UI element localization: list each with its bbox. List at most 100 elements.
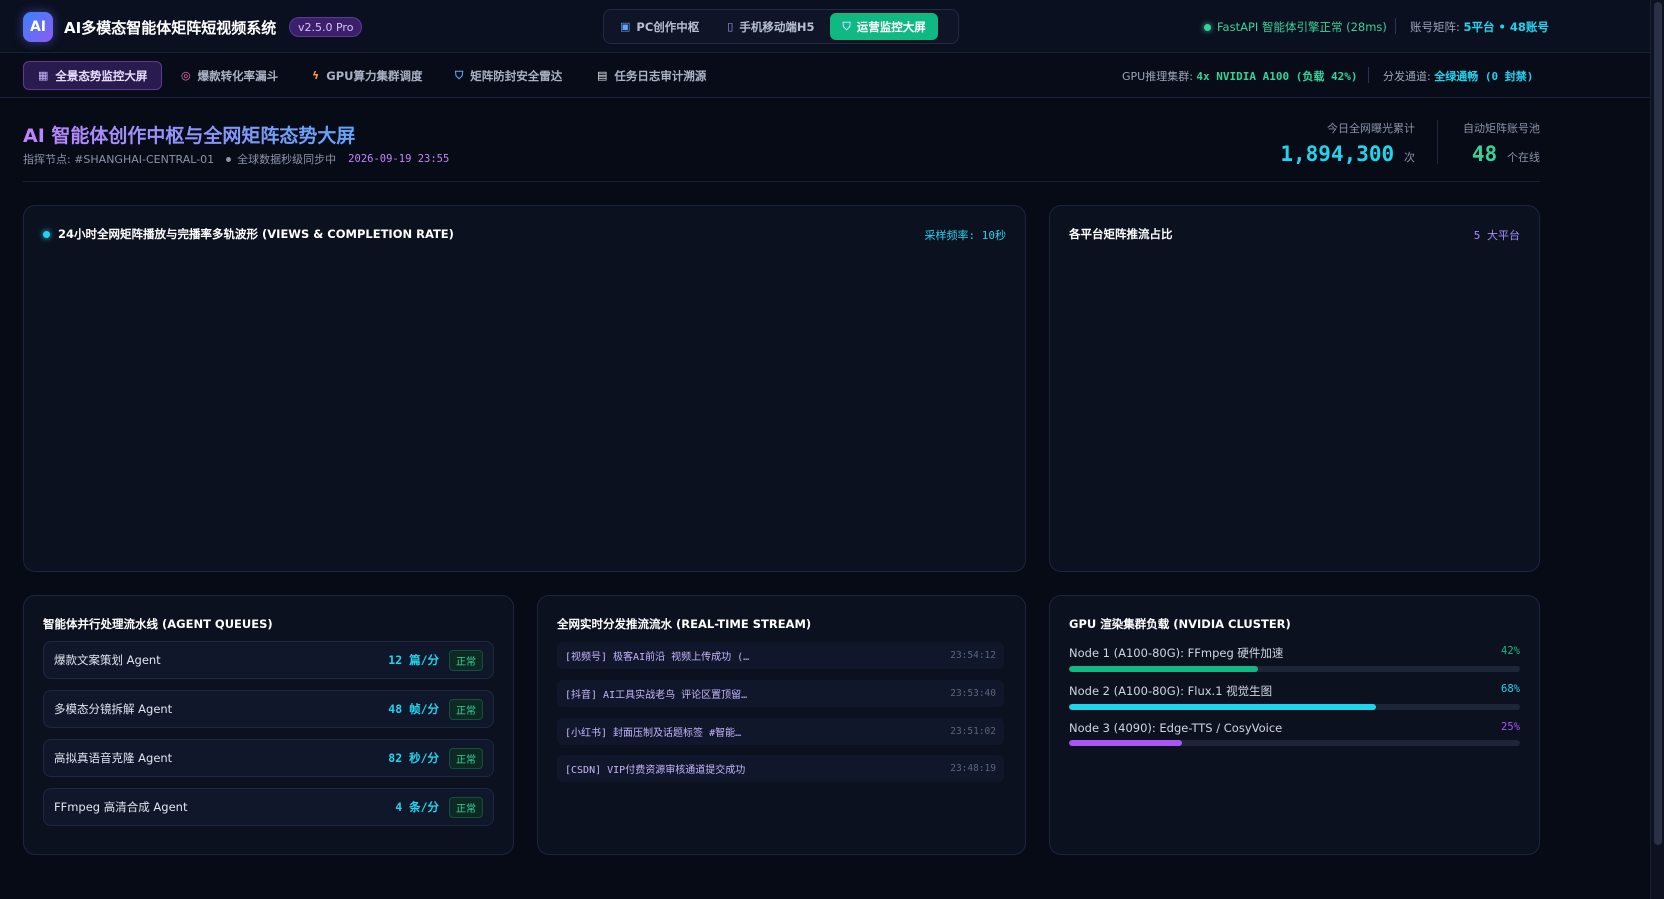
panel-title: 全网实时分发推流流水 (REAL-TIME STREAM) [557, 616, 811, 632]
page-subtitle: 指挥节点: #SHANGHAI-CENTRAL-01 全球数据秒级同步中 202… [23, 151, 449, 167]
shield-icon: ⛉ [455, 68, 464, 82]
mode-monitor-label: 运营监控大屏 [856, 19, 926, 34]
agent-rate: 12 篇/分 [388, 653, 439, 667]
list-item: [抖音] AI工具实战老鸟 评论区置顶留… 23:53:40 [557, 680, 1004, 707]
gpu-node: Node 2 (A100-80G): Flux.1 视觉生图 68% [1069, 683, 1520, 710]
stream-time: 23:53:40 [950, 688, 996, 699]
realtime-stream-panel: 全网实时分发推流流水 (REAL-TIME STREAM) [视频号] 极客AI… [537, 595, 1026, 855]
nav-item-logs[interactable]: ▤ 任务日志审计溯源 [583, 61, 720, 90]
sync-dot-icon [226, 156, 232, 162]
agent-rate: 48 帧/分 [388, 702, 439, 716]
list-item: 多模态分镜拆解 Agent 48 帧/分 正常 [43, 690, 494, 728]
platform-count: 5 大平台 [1473, 229, 1520, 242]
nav-item-label: 全景态势监控大屏 [55, 68, 148, 83]
nav-item-gpu[interactable]: ϟ GPU算力集群调度 [298, 61, 436, 90]
kpi-accounts: 自动矩阵账号池 48 个在线 [1463, 120, 1540, 166]
nav-item-label: 任务日志审计溯源 [614, 68, 707, 83]
agent-name: FFmpeg 高清合成 Agent [54, 800, 188, 814]
stream-text: [小红书] 封面压制及话题标签 #智能… [565, 728, 742, 739]
kpi-accounts-label: 自动矩阵账号池 [1463, 122, 1540, 135]
scrollbar-thumb[interactable] [1654, 2, 1662, 845]
kpi-exposure-label: 今日全网曝光累计 [1327, 122, 1415, 135]
channel-label: 分发通道: [1383, 70, 1431, 83]
chart-icon: ▦ [38, 69, 49, 82]
gpu-node-label: Node 2 (A100-80G): Flux.1 视觉生图 [1069, 684, 1273, 698]
gpu-node-pct: 68% [1501, 683, 1520, 695]
account-matrix-value: 5平台 • 48账号 [1463, 20, 1549, 34]
waveform-chart-area [43, 258, 1006, 552]
stream-time: 23:51:02 [950, 726, 996, 737]
gpu-node: Node 3 (4090): Edge-TTS / CosyVoice 25% [1069, 721, 1520, 746]
kpi-accounts-unit: 个在线 [1507, 151, 1540, 164]
list-item: 爆款文案策划 Agent 12 篇/分 正常 [43, 641, 494, 679]
stream-time: 23:54:12 [950, 650, 996, 661]
stream-text: [抖音] AI工具实战老鸟 评论区置顶留… [565, 690, 748, 701]
agent-queue-title: 智能体并行处理流水线 (AGENT QUEUES) [43, 617, 273, 631]
target-icon: ◎ [181, 69, 191, 82]
stream-text: [视频号] 极客AI前沿 视频上传成功 (… [565, 652, 750, 663]
sampling-rate: 采样频率: 10秒 [924, 229, 1007, 242]
kpi-exposure-unit: 次 [1404, 151, 1415, 164]
mode-monitor-button[interactable]: ⛉ 运营监控大屏 [830, 13, 938, 40]
status-dot-icon [1204, 23, 1211, 31]
gpu-node-pct: 42% [1501, 645, 1520, 657]
gpu-cluster-label: GPU推理集群: [1122, 70, 1193, 83]
channel-status: 分发通道: 全绿通畅 (0 封禁) [1383, 68, 1533, 84]
divider [1368, 67, 1369, 83]
command-node: 指挥节点: #SHANGHAI-CENTRAL-01 [23, 153, 215, 166]
monitor-icon: ▣ [620, 20, 631, 33]
waveform-panel: 24小时全网矩阵播放与完播率多轨波形 (VIEWS & COMPLETION R… [23, 205, 1026, 572]
app-title: AI多模态智能体矩阵短视频系统 [64, 19, 277, 37]
panel-title: 各平台矩阵推流占比 [1069, 226, 1173, 242]
stream-text: [CSDN] VIP付费资源审核通道提交成功 [565, 765, 746, 776]
nav-item-overview[interactable]: ▦ 全景态势监控大屏 [23, 61, 163, 90]
nav-item-funnel[interactable]: ◎ 爆款转化率漏斗 [167, 61, 292, 90]
gpu-node-label: Node 1 (A100-80G): FFmpeg 硬件加速 [1069, 646, 1284, 660]
gpu-node: Node 1 (A100-80G): FFmpeg 硬件加速 42% [1069, 645, 1520, 672]
mode-h5-button[interactable]: ▯ 手机移动端H5 [715, 13, 826, 40]
current-datetime: 2026-09-19 23:55 [348, 153, 450, 165]
document-icon: ▤ [597, 69, 608, 82]
panel-title: 24小时全网矩阵播放与完播率多轨波形 (VIEWS & COMPLETION R… [43, 226, 454, 242]
divider [1437, 120, 1438, 164]
nav-item-label: 矩阵防封安全雷达 [470, 68, 563, 83]
nav-item-label: 爆款转化率漏斗 [197, 68, 279, 83]
mode-pc-button[interactable]: ▣ PC创作中枢 [608, 13, 711, 40]
agent-rate: 4 条/分 [395, 800, 439, 814]
status-badge: 正常 [449, 649, 483, 671]
gpu-load-bar [1069, 704, 1520, 710]
live-dot-icon [43, 230, 50, 238]
account-matrix-status: 账号矩阵: 5平台 • 48账号 [1410, 19, 1549, 35]
engine-status-text: FastAPI 智能体引擎正常 (28ms) [1217, 20, 1387, 34]
phone-icon: ▯ [727, 20, 734, 33]
status-badge: 正常 [449, 747, 483, 769]
divider [1395, 18, 1396, 34]
list-item: [视频号] 极客AI前沿 视频上传成功 (… 23:54:12 [557, 642, 1004, 669]
kpi-exposure: 今日全网曝光累计 1,894,300 次 [1280, 120, 1415, 166]
kpi-accounts-value: 48 [1471, 142, 1498, 166]
page-scrollbar[interactable] [1650, 0, 1664, 899]
panel-title: 智能体并行处理流水线 (AGENT QUEUES) [43, 616, 273, 632]
platform-title: 各平台矩阵推流占比 [1069, 227, 1173, 241]
divider [23, 181, 1540, 182]
mode-switch: ▣ PC创作中枢 ▯ 手机移动端H5 ⛉ 运营监控大屏 [603, 9, 959, 44]
gpu-load-fill [1069, 666, 1259, 672]
agent-name: 高拟真语音克隆 Agent [54, 751, 173, 765]
panel-title: GPU 渲染集群负载 (NVIDIA CLUSTER) [1069, 616, 1291, 632]
page-title: AI 智能体创作中枢与全网矩阵态势大屏 [23, 121, 355, 148]
stream-title: 全网实时分发推流流水 (REAL-TIME STREAM) [557, 617, 812, 631]
status-badge: 正常 [449, 796, 483, 818]
status-badge: 正常 [449, 698, 483, 720]
stream-time: 23:48:19 [950, 763, 996, 774]
top-bar: AI AI多模态智能体矩阵短视频系统 v2.5.0 Pro ▣ PC创作中枢 ▯… [0, 0, 1650, 53]
app-logo: AI [23, 12, 53, 42]
engine-status: FastAPI 智能体引擎正常 (28ms) [1204, 19, 1387, 35]
mode-pc-label: PC创作中枢 [636, 19, 700, 34]
nav-item-security[interactable]: ⛉ 矩阵防封安全雷达 [441, 61, 576, 90]
gpu-load-bar [1069, 666, 1520, 672]
list-item: 高拟真语音克隆 Agent 82 秒/分 正常 [43, 739, 494, 777]
agent-rate: 82 秒/分 [388, 751, 439, 765]
list-item: [CSDN] VIP付费资源审核通道提交成功 23:48:19 [557, 755, 1004, 782]
mode-h5-label: 手机移动端H5 [739, 19, 815, 34]
agent-name: 多模态分镜拆解 Agent [54, 702, 173, 716]
